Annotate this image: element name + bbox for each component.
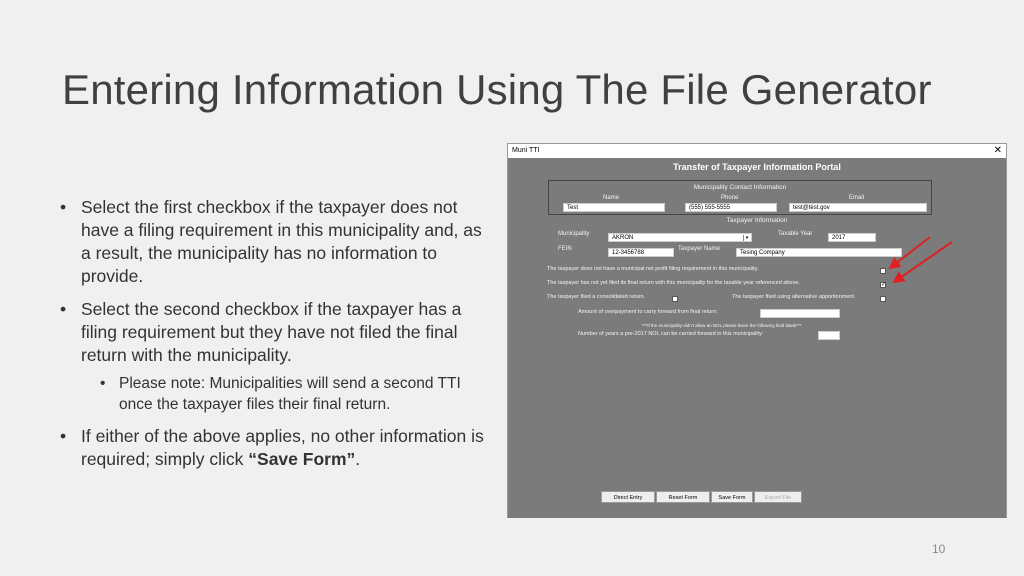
fein-label: FEIN (558, 246, 572, 252)
arrow-to-second-checkbox (892, 241, 953, 284)
phone-field[interactable]: (555) 555-5555 (685, 203, 777, 212)
page-number: 10 (932, 542, 946, 556)
save-form-button[interactable]: Save Form (711, 491, 753, 503)
taxpayer-name-field[interactable]: Tesing Company (736, 248, 902, 257)
municipality-value: AKRON (612, 235, 634, 241)
alt-apportion-label: The taxpayer filed using alternative app… (732, 294, 856, 300)
not-filed-label: The taxpayer has not yet filed its final… (547, 280, 800, 286)
municipality-select[interactable]: AKRON ▾ (608, 233, 752, 242)
consolidated-label: The taxpayer filed a consolidated return… (547, 294, 646, 300)
window-title: Muni TTI (512, 147, 540, 154)
window-titlebar: Muni TTI ✕ (508, 144, 1006, 158)
nol-years-label: Number of years a pre-2017 NOL can be ca… (578, 331, 764, 337)
portal-form: Transfer of Taxpayer Information Portal … (508, 158, 1006, 518)
nol-years-field[interactable] (818, 331, 840, 340)
export-file-button[interactable]: Export File (754, 491, 802, 503)
nol-note: ***If the municipality didn't allow an N… (642, 323, 802, 328)
annotation-arrows (888, 236, 953, 284)
bullet-list: Select the first checkbox if the taxpaye… (58, 196, 488, 481)
alt-apportion-checkbox[interactable] (880, 296, 886, 302)
muni-tti-window: Muni TTI ✕ Transfer of Taxpayer Informat… (507, 143, 1007, 518)
email-label: Email (849, 195, 865, 201)
direct-entry-button[interactable]: Direct Entry (601, 491, 655, 503)
municipality-label: Municipality (558, 231, 590, 237)
taxpayer-name-label: Taxpayer Name (678, 246, 721, 252)
contact-heading: Municipality Contact Information (693, 184, 787, 191)
email-field[interactable]: test@test.gov (789, 203, 927, 212)
chevron-down-icon: ▾ (743, 235, 750, 241)
bullet-second-checkbox: Select the second checkbox if the taxpay… (58, 298, 488, 367)
bullet-first-checkbox: Select the first checkbox if the taxpaye… (58, 196, 488, 288)
slide-title: Entering Information Using The File Gene… (62, 66, 932, 113)
taxpayer-heading: Taxpayer Information (726, 217, 788, 224)
reset-form-button[interactable]: Reset Form (656, 491, 710, 503)
consolidated-checkbox[interactable] (672, 296, 678, 302)
bullet-save-form: If either of the above applies, no other… (58, 425, 488, 471)
taxable-year-field[interactable]: 2017 (828, 233, 876, 242)
no-requirement-label: The taxpayer does not have a municipal n… (547, 266, 759, 272)
name-label: Name (603, 195, 620, 201)
bullet-save-end: . (355, 449, 361, 469)
name-field[interactable]: Test (563, 203, 665, 212)
phone-label: Phone (721, 195, 739, 201)
overpayment-field[interactable] (760, 309, 840, 318)
contact-box: Municipality Contact Information Name Ph… (548, 180, 932, 215)
fein-field[interactable]: 12-3456788 (608, 248, 674, 257)
taxable-year-label: Taxable Year (778, 231, 813, 237)
arrow-to-first-checkbox (888, 236, 931, 270)
close-icon[interactable]: ✕ (994, 144, 1002, 157)
sub-bullet-note: Please note: Municipalities will send a … (58, 373, 488, 415)
portal-title: Transfer of Taxpayer Information Portal (673, 162, 841, 172)
bullet-save-bold: “Save Form” (248, 449, 356, 469)
overpayment-label: Amount of overpayment to carry forward f… (578, 309, 718, 315)
